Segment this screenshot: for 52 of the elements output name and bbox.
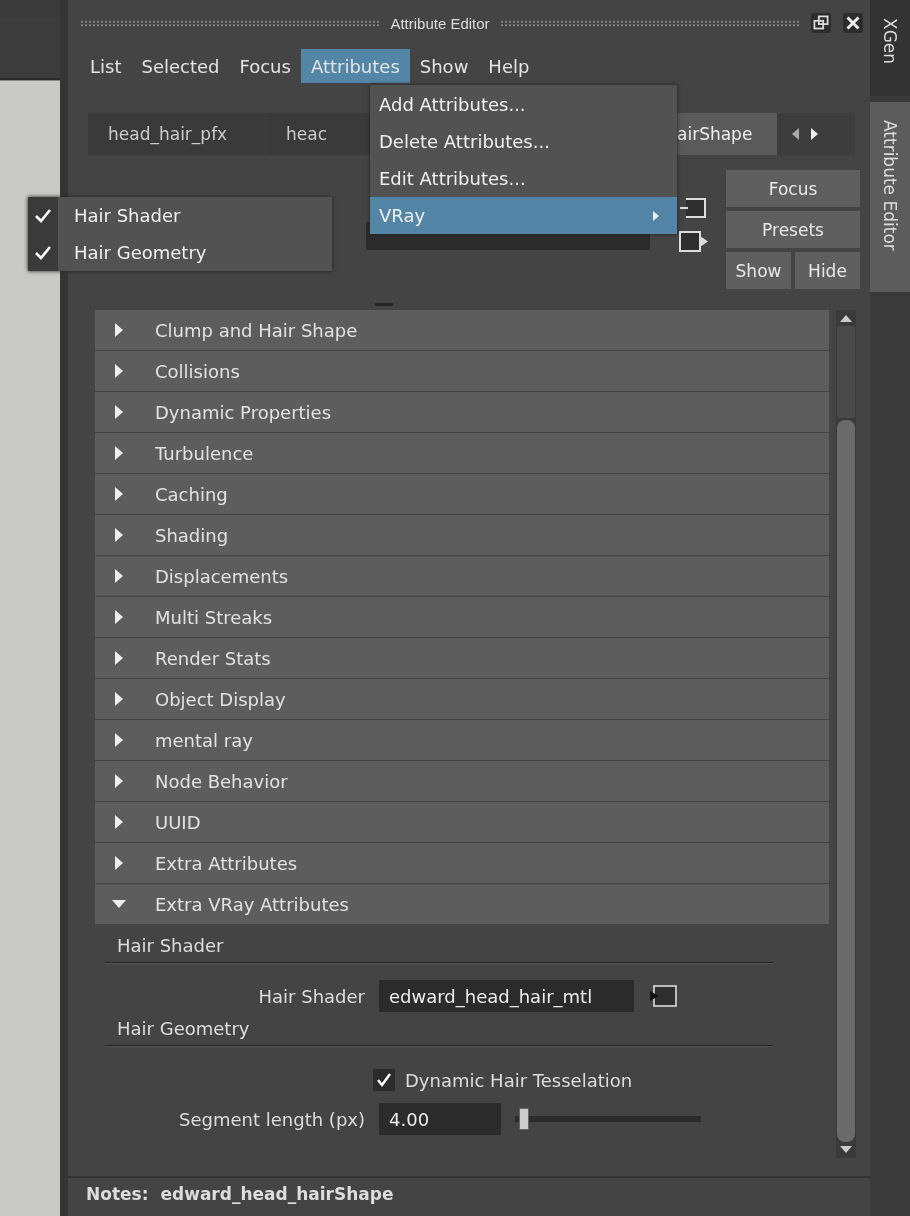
menu-item[interactable]: Help [478,49,540,83]
side-tab[interactable]: XGen [870,0,910,96]
section-header[interactable]: Turbulence [95,433,829,473]
number-field[interactable]: 4.00 [379,1103,501,1135]
slider-thumb[interactable] [519,1108,530,1130]
hide-button[interactable]: Hide [795,252,860,289]
focus-button[interactable]: Focus [726,170,860,207]
menu-item[interactable]: Focus [229,49,301,83]
menu-item[interactable]: List [80,49,132,83]
section-header[interactable]: UUID [95,802,829,842]
notes-value: edward_head_hairShape [160,1184,394,1204]
menu-item[interactable]: Hair Geometry [28,234,332,271]
section-header[interactable]: Shading [95,515,829,555]
section-header[interactable]: mental ray [95,720,829,760]
scrollbar[interactable] [836,310,856,1158]
menu-item[interactable]: VRay [370,197,677,234]
scroll-thumb[interactable] [837,420,855,1142]
section-header[interactable]: Multi Streaks [95,597,829,637]
submenu-arrow-icon [651,208,661,223]
presets-button[interactable]: Presets [726,211,860,248]
section-header[interactable]: Object Display [95,679,829,719]
window-title: Attribute Editor [390,14,490,32]
field-label: Segment length (px) [178,1108,365,1130]
menu-item[interactable]: Attributes [300,49,410,83]
splitter-handle[interactable] [375,303,393,306]
group-heading: Hair Geometry [116,1018,251,1039]
section-header[interactable]: Dynamic Properties [95,392,829,432]
notes-label: Notes: [86,1184,149,1204]
close-icon[interactable] [842,12,864,34]
menu-item[interactable]: Selected [131,49,230,83]
section-header[interactable]: Extra Attributes [95,843,829,883]
section-header[interactable]: Displacements [95,556,829,596]
section-header[interactable]: Caching [95,474,829,514]
section-header[interactable]: Collisions [95,351,829,391]
section-header[interactable]: Clump and Hair Shape [95,310,829,350]
output-connection-icon[interactable] [678,229,710,255]
input-connection-icon[interactable] [678,195,708,221]
side-tab[interactable]: Attribute Editor [870,102,910,292]
checkbox-label: Dynamic Hair Tesselation [405,1069,633,1091]
section-header[interactable]: Node Behavior [95,761,829,801]
group-heading: Hair Shader [116,935,225,956]
menu-item[interactable]: Show [409,49,479,83]
field-label: Hair Shader [257,985,365,1007]
float-icon[interactable] [810,12,832,34]
shader-field[interactable]: edward_head_hair_mtl [379,980,634,1012]
checkbox[interactable] [373,1069,395,1091]
section-header[interactable]: Render Stats [95,638,829,678]
menu-item[interactable]: Hair Shader [28,197,332,234]
show-button[interactable]: Show [726,252,791,289]
map-button-icon[interactable] [648,984,678,1008]
section-header[interactable]: Extra VRay Attributes [95,884,829,924]
menu-item[interactable]: Edit Attributes... [370,160,677,197]
